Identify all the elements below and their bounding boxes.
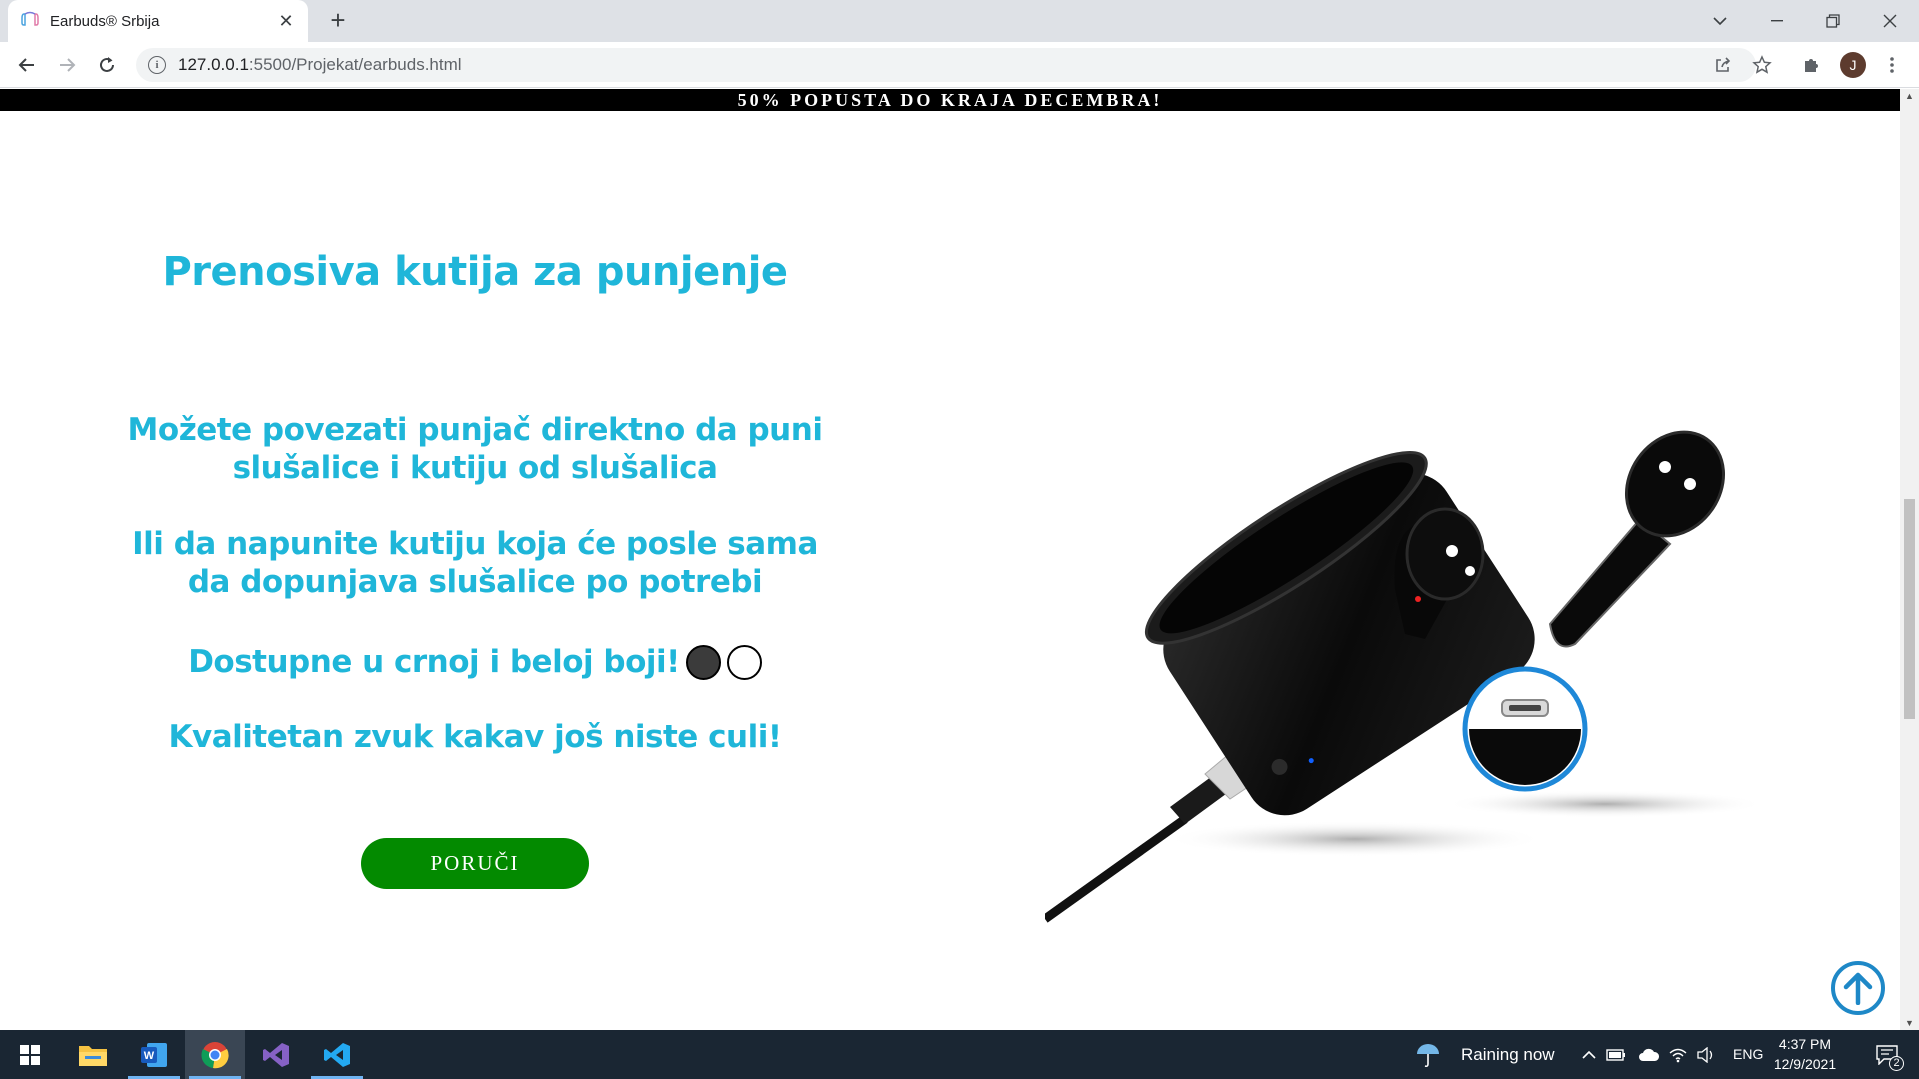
scroll-to-top-button[interactable] — [1831, 961, 1885, 1015]
browser-menu-icon[interactable] — [1877, 50, 1907, 80]
word-icon[interactable]: W — [124, 1030, 184, 1079]
scrollbar-thumb[interactable] — [1904, 499, 1915, 719]
arrow-up-icon — [1843, 972, 1873, 1005]
restore-button[interactable] — [1805, 0, 1861, 42]
battery-icon[interactable] — [1603, 1030, 1629, 1079]
volume-icon[interactable] — [1693, 1030, 1719, 1079]
extensions-puzzle-icon[interactable] — [1797, 50, 1827, 80]
color-availability-text: Dostupne u crnoj i beloj boji! — [188, 644, 680, 680]
file-explorer-icon[interactable] — [63, 1030, 123, 1079]
page-scrollbar[interactable]: ▲ ▼ — [1900, 89, 1919, 1030]
page-viewport: 50% POPUSTA DO KRAJA DECEMBRA! Prenosiva… — [0, 89, 1900, 1030]
vscode-icon[interactable] — [307, 1030, 367, 1079]
avatar: J — [1840, 52, 1866, 78]
visual-studio-icon[interactable] — [246, 1030, 306, 1079]
forward-button[interactable] — [52, 50, 82, 80]
color-swatch-black[interactable] — [685, 644, 721, 680]
reload-button[interactable] — [92, 50, 122, 80]
scroll-up-arrow-icon[interactable]: ▲ — [1904, 91, 1915, 101]
tab-title: Earbuds® Srbija — [50, 12, 160, 30]
notification-center-icon[interactable]: 2 — [1862, 1030, 1912, 1079]
new-tab-button[interactable]: + — [324, 6, 352, 34]
browser-tabstrip: Earbuds® Srbija ✕ + — [0, 0, 1919, 42]
clock-time: 4:37 PM — [1778, 1036, 1832, 1052]
browser-toolbar: i 127.0.0.1:5500/Projekat/earbuds.html J — [0, 42, 1919, 88]
notification-count-badge: 2 — [1889, 1056, 1904, 1071]
scroll-down-arrow-icon[interactable]: ▼ — [1904, 1018, 1915, 1028]
tab-search-icon[interactable] — [1692, 0, 1748, 42]
close-window-button[interactable] — [1862, 0, 1918, 42]
onedrive-cloud-icon[interactable] — [1635, 1030, 1663, 1079]
earbuds-favicon-icon — [21, 11, 39, 26]
svg-text:W: W — [144, 1050, 155, 1062]
chrome-icon[interactable] — [185, 1030, 245, 1079]
site-info-icon[interactable]: i — [148, 56, 166, 74]
sound-quality-text: Kvalitetan zvuk kakav još niste culi! — [168, 719, 782, 755]
bookmark-star-icon[interactable] — [1747, 50, 1777, 80]
profile-avatar[interactable]: J — [1838, 50, 1868, 80]
color-availability: Dostupne u crnoj i beloj boji! — [110, 643, 840, 681]
color-swatch-white[interactable] — [726, 644, 762, 680]
language-indicator[interactable]: ENG — [1733, 1046, 1763, 1062]
earbuds-charging-case-image — [1045, 430, 1765, 923]
address-bar[interactable]: i 127.0.0.1:5500/Projekat/earbuds.html — [136, 48, 1756, 82]
share-icon[interactable] — [1708, 50, 1738, 80]
order-button[interactable]: PORUČI — [361, 838, 589, 889]
windows-taskbar: W Raining now ENG 4:37 PM 12/9/2021 2 — [0, 1030, 1919, 1079]
weather-umbrella-icon[interactable] — [1408, 1030, 1448, 1079]
back-button[interactable] — [12, 50, 42, 80]
system-clock[interactable]: 4:37 PM 12/9/2021 — [1765, 1034, 1845, 1074]
promo-banner: 50% POPUSTA DO KRAJA DECEMBRA! — [0, 89, 1900, 111]
minimize-button[interactable] — [1749, 0, 1805, 42]
clock-date: 12/9/2021 — [1773, 1056, 1837, 1072]
wifi-icon[interactable] — [1665, 1030, 1691, 1079]
weather-text[interactable]: Raining now — [1461, 1045, 1555, 1065]
tray-expand-chevron-icon[interactable] — [1576, 1030, 1602, 1079]
url-text: 127.0.0.1:5500/Projekat/earbuds.html — [178, 55, 462, 74]
feature-text-case: Ili da napunite kutiju koja će posle sam… — [132, 526, 818, 600]
section-heading: Prenosiva kutija za punjenje — [162, 249, 788, 295]
browser-tab[interactable]: Earbuds® Srbija ✕ — [8, 0, 308, 42]
windows-start-icon[interactable] — [0, 1030, 60, 1079]
feature-text-charging: Možete povezati punjač direktno da puni … — [127, 412, 823, 486]
tab-close-icon[interactable]: ✕ — [276, 11, 296, 32]
